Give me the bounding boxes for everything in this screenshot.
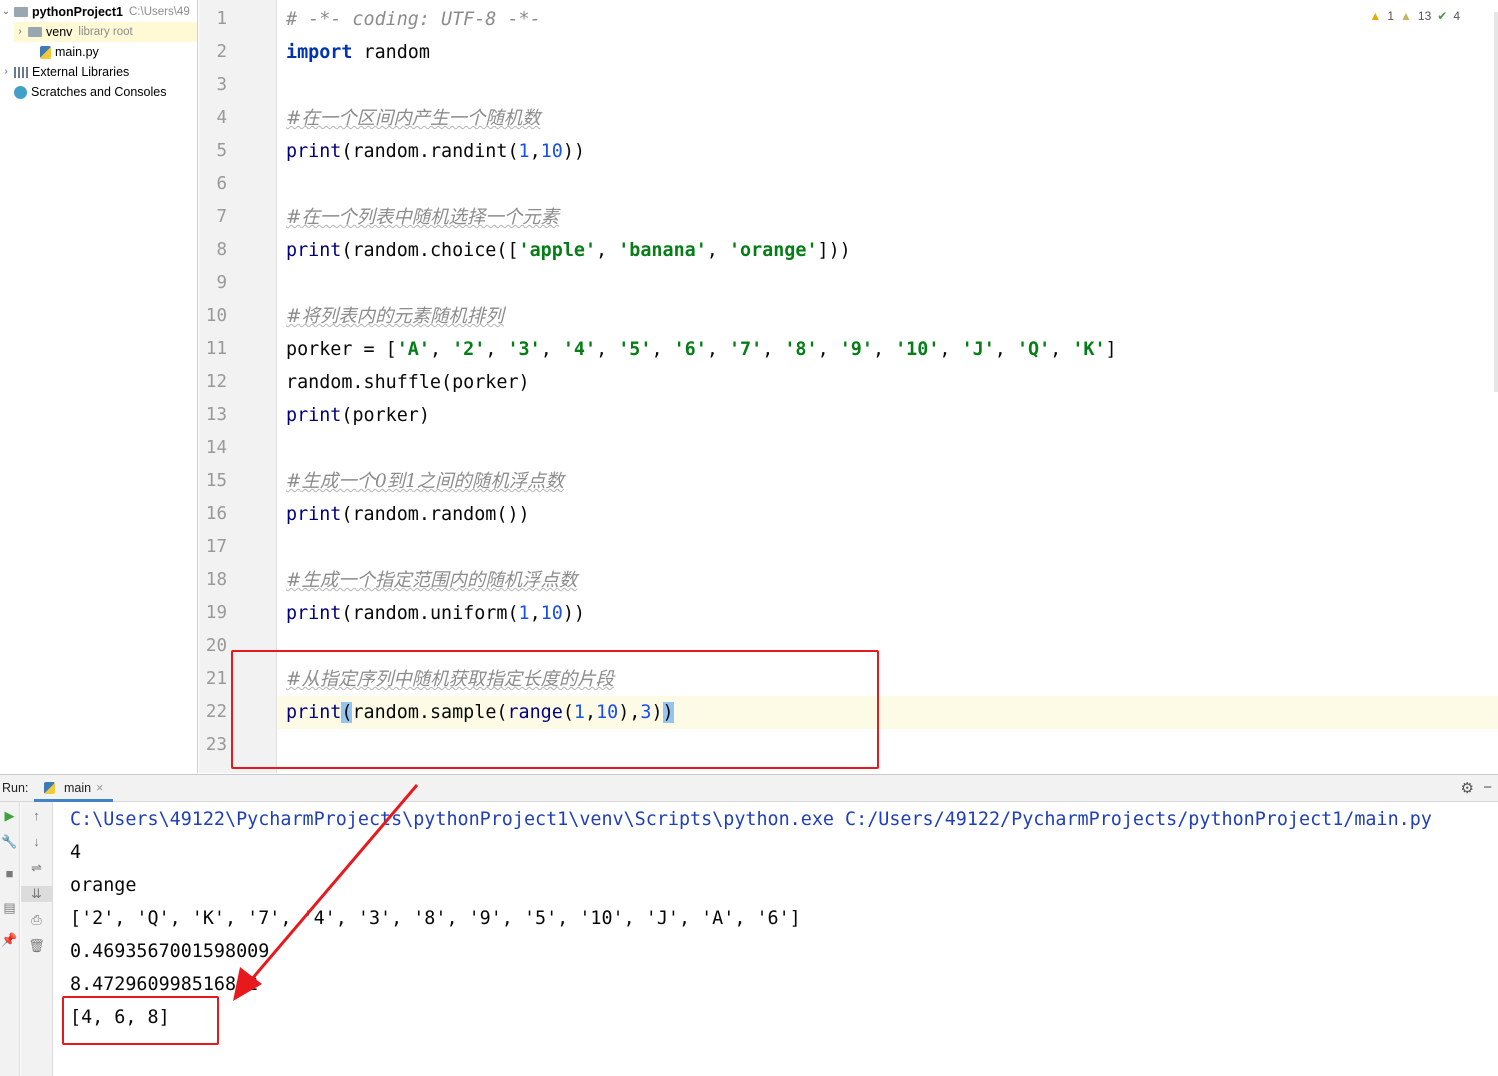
line-number: 3 (216, 75, 227, 95)
line-number: 2 (216, 42, 227, 62)
code-editor[interactable]: ▲ 1 ▲ 13 ✔ 4 # -*- coding: UTF-8 -*- import… (278, 0, 1498, 773)
line-number: 7 (216, 207, 227, 227)
line-number: 10 (205, 306, 227, 326)
project-tool-window: ⌄ pythonProject1 C:\Users\49 › venv libr… (0, 0, 198, 773)
line-number: 1 (216, 9, 227, 29)
line-number: 13 (205, 405, 227, 425)
run-label: Run: (2, 781, 29, 795)
line-number: 5 (216, 141, 227, 161)
console-line: ['2', 'Q', 'K', '7', '4', '3', '8', '9',… (70, 908, 801, 929)
layout-icon[interactable]: ▤ (0, 900, 19, 916)
line-number: 22 (205, 702, 227, 722)
folder-icon (28, 27, 42, 37)
code-line-13: print(porker) (286, 405, 430, 426)
weak-warning-icon: ▲ (1400, 9, 1412, 23)
tree-item-main-py[interactable]: main.py (40, 42, 99, 62)
arrow-down-icon[interactable]: ↓ (21, 834, 52, 849)
console-line: 0.4693567001598009 (70, 941, 270, 962)
run-tab-label: main (64, 781, 92, 795)
line-number: 12 (205, 372, 227, 392)
line-number: 21 (205, 669, 227, 689)
line-number: 23 (205, 735, 227, 755)
code-line-10: #将列表内的元素随机排列 (286, 306, 504, 327)
venv-label: venv (46, 25, 73, 39)
python-file-icon (44, 782, 55, 794)
console-line: 8.472960998516852 (70, 974, 259, 995)
code-line-11: porker = ['A', '2', '3', '4', '5', '6', … (286, 339, 1117, 360)
project-root-path: C:\Users\49 (129, 6, 190, 18)
scratches-label: Scratches and Consoles (31, 85, 167, 99)
folder-icon (14, 7, 28, 17)
main-file-label: main.py (55, 45, 99, 59)
project-root-name: pythonProject1 (32, 5, 123, 19)
code-line-5: print(random.randint(1,10)) (286, 141, 585, 162)
scratches-icon (14, 85, 27, 99)
scroll-to-end-icon[interactable]: ⇊ (21, 886, 52, 902)
line-number: 4 (216, 108, 227, 128)
line-number: 6 (216, 174, 227, 194)
code-line-1: # -*- coding: UTF-8 -*- (286, 9, 541, 30)
line-number: 17 (205, 537, 227, 557)
chevron-right-icon[interactable]: › (0, 62, 12, 82)
error-count: 1 (1387, 9, 1394, 23)
line-number: 18 (205, 570, 227, 590)
run-console[interactable]: C:\Users\49122\PycharmProjects\pythonPro… (54, 802, 1498, 1076)
line-number: 19 (205, 603, 227, 623)
line-number: 8 (216, 240, 227, 260)
code-line-16: print(random.random()) (286, 504, 530, 525)
run-toolbar-secondary: ↑ ↓ ⇌ ⇊ ⎙ 🗑 (21, 802, 53, 1076)
code-line-19: print(random.uniform(1,10)) (286, 603, 585, 624)
line-number: 9 (216, 273, 227, 293)
wrench-icon[interactable]: 🔧 (0, 834, 19, 850)
arrow-up-icon[interactable]: ↑ (21, 808, 52, 823)
line-numbers: 1 2 3 4 5 6 7 8 9 10 11 12 13 14 15 16 1… (199, 0, 277, 773)
code-line-22: print(random.sample(range(1,10),3)) (286, 702, 674, 723)
inspection-widget[interactable]: ▲ 1 ▲ 13 ✔ 4 (1369, 9, 1460, 23)
soft-wrap-icon[interactable]: ⇌ (21, 860, 52, 876)
venv-note: library root (78, 26, 133, 38)
code-line-4: #在一个区间内产生一个随机数 (286, 108, 541, 129)
run-toolbar-primary: ▶ 🔧 ■ ▤ 📌 (0, 802, 20, 1076)
code-line-18: #生成一个指定范围内的随机浮点数 (286, 570, 578, 591)
check-icon: ✔ (1437, 9, 1448, 23)
stop-icon[interactable]: ■ (0, 866, 19, 881)
tree-item-external-libraries[interactable]: › External Libraries (0, 62, 129, 82)
minimize-icon[interactable]: − (1483, 779, 1492, 796)
code-line-12: random.shuffle(porker) (286, 372, 530, 393)
chevron-right-icon[interactable]: › (14, 22, 26, 42)
print-icon[interactable]: ⎙ (21, 912, 52, 928)
line-number: 11 (205, 339, 227, 359)
line-number: 16 (205, 504, 227, 524)
warning-triangle-icon: ▲ (1369, 9, 1382, 23)
code-line-2: import random (286, 42, 430, 63)
line-number: 14 (205, 438, 227, 458)
pin-icon[interactable]: 📌 (0, 932, 19, 948)
warning-count: 13 (1417, 9, 1432, 23)
code-line-15: #生成一个0到1之间的随机浮点数 (286, 471, 564, 492)
trash-icon[interactable]: 🗑 (21, 938, 52, 954)
console-line: [4, 6, 8] (70, 1007, 170, 1028)
close-icon[interactable]: × (96, 781, 103, 799)
tree-item-venv[interactable]: › venv library root (14, 22, 197, 42)
console-line: 4 (70, 842, 82, 863)
chevron-down-icon[interactable]: ⌄ (0, 2, 12, 22)
code-line-7: #在一个列表中随机选择一个元素 (286, 207, 559, 228)
code-line-21: #从指定序列中随机获取指定长度的片段 (286, 669, 615, 690)
libraries-icon (14, 66, 28, 78)
code-line-8: print(random.choice(['apple', 'banana', … (286, 240, 851, 261)
external-libraries-label: External Libraries (32, 65, 130, 79)
typo-count: 4 (1453, 9, 1460, 23)
rerun-icon[interactable]: ▶ (0, 808, 19, 824)
tree-item-scratches[interactable]: Scratches and Consoles (12, 82, 167, 102)
editor-scrollbar[interactable] (1494, 12, 1498, 392)
line-number: 15 (205, 471, 227, 491)
run-panel-header: Run: main × ⚙ − (0, 774, 1498, 802)
console-line: orange (70, 875, 137, 896)
project-root-row[interactable]: ⌄ pythonProject1 C:\Users\49 (0, 2, 190, 22)
run-tab-main[interactable]: main × (34, 775, 114, 802)
gear-icon[interactable]: ⚙ (1461, 779, 1474, 797)
line-number: 20 (205, 636, 227, 656)
console-line: C:\Users\49122\PycharmProjects\pythonPro… (70, 809, 1432, 830)
python-file-icon (40, 45, 51, 59)
